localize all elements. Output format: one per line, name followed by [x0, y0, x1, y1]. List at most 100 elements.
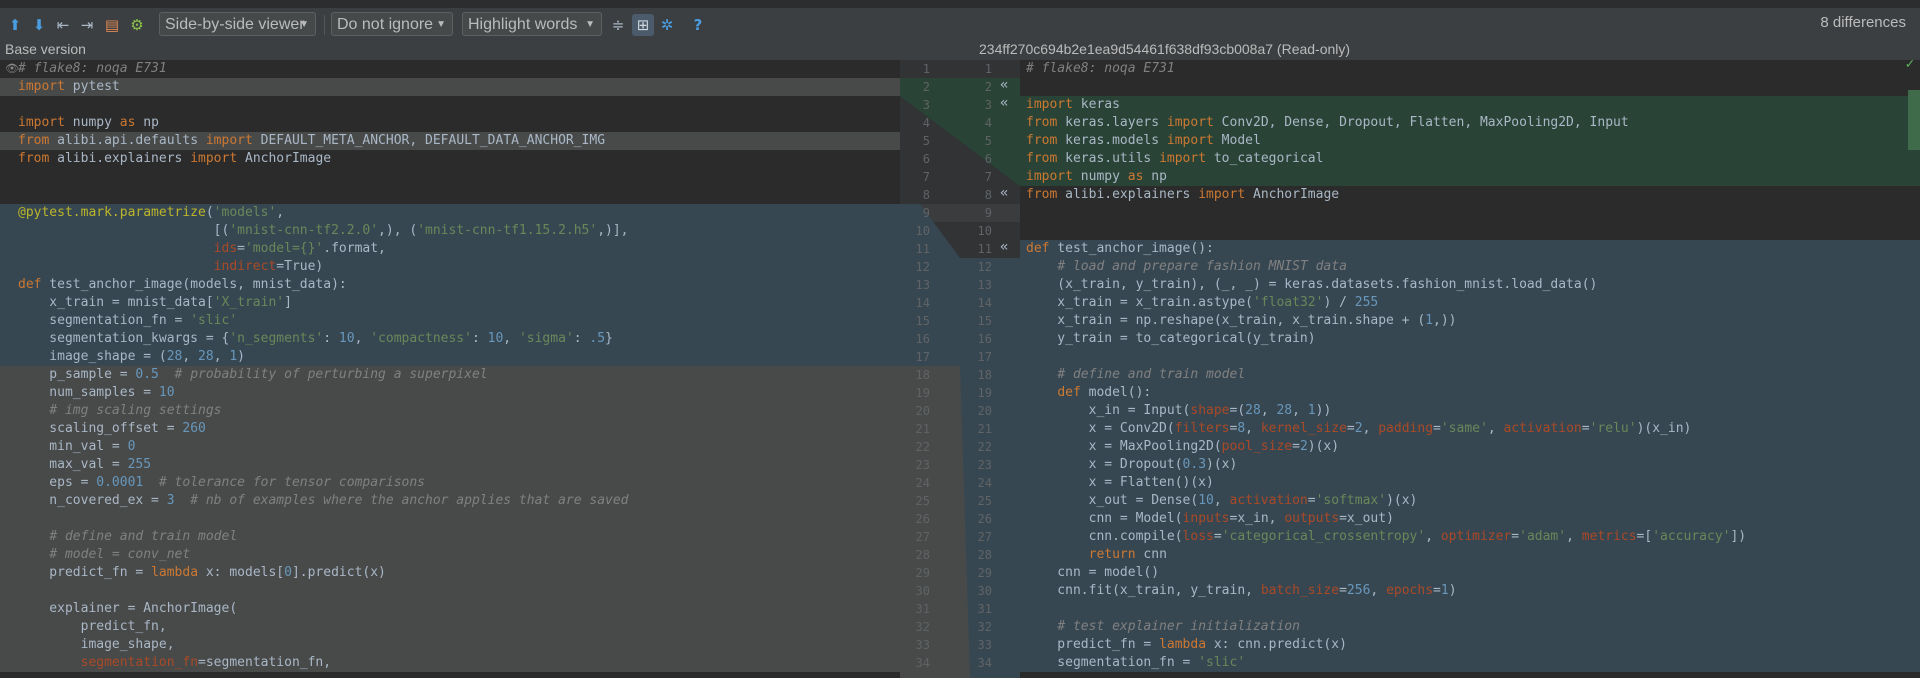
code-line[interactable]: segmentation_kwargs = {'n_segments': 10,…	[18, 330, 900, 348]
code-line[interactable]	[18, 96, 900, 114]
left-line-number: 20	[915, 404, 930, 418]
sync-scroll-icon[interactable]: ⊞	[632, 14, 654, 36]
code-line[interactable]: x = Flatten()(x)	[1026, 474, 1920, 492]
code-line[interactable]: # img scaling settings	[18, 402, 900, 420]
code-line-text: x_in = Input(shape=(28, 28, 1))	[1026, 403, 1332, 418]
code-line[interactable]: from keras.layers import Conv2D, Dense, …	[1026, 114, 1920, 132]
code-line[interactable]	[18, 168, 900, 186]
code-line[interactable]: cnn = model()	[1026, 564, 1920, 582]
code-line[interactable]: from alibi.api.defaults import DEFAULT_M…	[18, 132, 900, 150]
help-icon[interactable]: ?	[689, 14, 707, 36]
code-line[interactable]: x_train = mnist_data['X_train']	[18, 294, 900, 312]
code-line[interactable]	[1026, 222, 1920, 240]
code-line[interactable]: explainer = AnchorImage(	[18, 600, 900, 618]
code-line[interactable]: import numpy as np	[1026, 168, 1920, 186]
right-line-number: 33	[977, 638, 992, 652]
code-line[interactable]: x_train = x_train.astype('float32') / 25…	[1026, 294, 1920, 312]
code-line[interactable]: segmentation_fn=segmentation_fn,	[18, 654, 900, 672]
code-line[interactable]: predict_fn = lambda x: cnn.predict(x)	[1026, 636, 1920, 654]
right-line-number: 11	[977, 242, 992, 256]
code-line[interactable]: indirect=True)	[18, 258, 900, 276]
code-line[interactable]: segmentation_fn = 'slic'	[18, 312, 900, 330]
code-line[interactable]: y_train = to_categorical(y_train)	[1026, 330, 1920, 348]
code-line[interactable]: return cnn	[1026, 546, 1920, 564]
apply-changes-icon[interactable]: ⚙	[128, 14, 146, 36]
code-line[interactable]: predict_fn = lambda x: models[0].predict…	[18, 564, 900, 582]
code-line[interactable]: (x_train, y_train), (_, _) = keras.datas…	[1026, 276, 1920, 294]
code-line[interactable]: x_train = np.reshape(x_train, x_train.sh…	[1026, 312, 1920, 330]
code-line[interactable]: image_shape,	[18, 636, 900, 654]
code-line[interactable]: # model = conv_net	[18, 546, 900, 564]
left-line-number: 4	[922, 116, 930, 130]
code-line[interactable]: x_in = Input(shape=(28, 28, 1))	[1026, 402, 1920, 420]
code-line[interactable]	[1026, 348, 1920, 366]
code-line[interactable]: def test_anchor_image():	[1026, 240, 1920, 258]
code-line[interactable]: p_sample = 0.5 # probability of perturbi…	[18, 366, 900, 384]
code-line[interactable]: # flake8: noqa E731	[1026, 60, 1920, 78]
jump-to-left-icon[interactable]: ⇤	[54, 14, 72, 36]
code-line[interactable]: @pytest.mark.parametrize('models',	[18, 204, 900, 222]
code-line[interactable]	[1026, 204, 1920, 222]
code-line[interactable]: x_out = Dense(10, activation='softmax')(…	[1026, 492, 1920, 510]
code-line[interactable]: from keras.models import Model	[1026, 132, 1920, 150]
code-line[interactable]: from keras.utils import to_categorical	[1026, 150, 1920, 168]
code-line[interactable]	[1026, 600, 1920, 618]
code-line[interactable]: def model():	[1026, 384, 1920, 402]
compare-files-icon[interactable]: ▤	[103, 14, 121, 36]
left-line-number: 16	[915, 332, 930, 346]
apply-change-marker[interactable]: «	[1000, 239, 1008, 255]
code-line[interactable]: segmentation_fn = 'slic'	[1026, 654, 1920, 672]
gear-icon[interactable]: ✲	[658, 14, 676, 36]
code-line[interactable]: # flake8: noqa E731	[18, 60, 900, 78]
code-line[interactable]	[18, 582, 900, 600]
apply-change-marker[interactable]: «	[1000, 95, 1008, 111]
arrow-down-icon[interactable]: ⬇	[30, 14, 48, 36]
code-line[interactable]: ids='model={}'.format,	[18, 240, 900, 258]
code-line[interactable]: # define and train model	[1026, 366, 1920, 384]
code-line[interactable]: image_shape = (28, 28, 1)	[18, 348, 900, 366]
code-line[interactable]: from alibi.explainers import AnchorImage	[1026, 186, 1920, 204]
collapse-unchanged-icon[interactable]: ≑	[609, 14, 627, 36]
code-line[interactable]: import keras	[1026, 96, 1920, 114]
code-line[interactable]: x = MaxPooling2D(pool_size=2)(x)	[1026, 438, 1920, 456]
code-line-text: x = Dropout(0.3)(x)	[1026, 457, 1238, 472]
code-line[interactable]: max_val = 255	[18, 456, 900, 474]
viewer-mode-select[interactable]: Side-by-side viewer ▼	[159, 12, 316, 36]
scrollbar-marker[interactable]	[1908, 90, 1920, 150]
right-editor-pane[interactable]: # flake8: noqa E731 import keras from kera…	[1020, 60, 1920, 678]
code-line[interactable]: # load and prepare fashion MNIST data	[1026, 258, 1920, 276]
code-line[interactable]: from alibi.explainers import AnchorImage	[18, 150, 900, 168]
code-line[interactable]: import numpy as np	[18, 114, 900, 132]
right-line-number: 20	[977, 404, 992, 418]
highlight-mode-select[interactable]: Highlight words ▼	[462, 12, 602, 36]
eye-icon[interactable]: 👁	[5, 62, 19, 75]
code-line[interactable]: [('mnist-cnn-tf2.2.0',), ('mnist-cnn-tf1…	[18, 222, 900, 240]
code-line-text: predict_fn = lambda x: models[0].predict…	[18, 565, 386, 580]
code-line[interactable]: scaling_offset = 260	[18, 420, 900, 438]
left-editor-pane[interactable]: # flake8: noqa E731 import pytest import n…	[0, 60, 900, 678]
code-line[interactable]	[18, 186, 900, 204]
code-line[interactable]: def test_anchor_image(models, mnist_data…	[18, 276, 900, 294]
code-line[interactable]: predict_fn,	[18, 618, 900, 636]
code-line[interactable]: import pytest	[18, 78, 900, 96]
code-line[interactable]: cnn.fit(x_train, y_train, batch_size=256…	[1026, 582, 1920, 600]
code-line[interactable]: cnn = Model(inputs=x_in, outputs=x_out)	[1026, 510, 1920, 528]
code-line[interactable]	[1026, 78, 1920, 96]
code-line[interactable]: eps = 0.0001 # tolerance for tensor comp…	[18, 474, 900, 492]
code-line[interactable]: # define and train model	[18, 528, 900, 546]
left-line-number: 34	[915, 656, 930, 670]
code-line[interactable]: n_covered_ex = 3 # nb of examples where …	[18, 492, 900, 510]
code-line[interactable]: x = Dropout(0.3)(x)	[1026, 456, 1920, 474]
arrow-up-icon[interactable]: ⬆	[6, 14, 24, 36]
code-line[interactable]: num_samples = 10	[18, 384, 900, 402]
code-line[interactable]	[18, 510, 900, 528]
apply-change-marker[interactable]: «	[1000, 77, 1008, 93]
jump-to-right-icon[interactable]: ⇥	[78, 14, 96, 36]
code-line-text: n_covered_ex = 3 # nb of examples where …	[18, 493, 629, 508]
code-line[interactable]: x = Conv2D(filters=8, kernel_size=2, pad…	[1026, 420, 1920, 438]
ignore-mode-select[interactable]: Do not ignore ▼	[331, 12, 453, 36]
code-line[interactable]: # test explainer initialization	[1026, 618, 1920, 636]
code-line[interactable]: cnn.compile(loss='categorical_crossentro…	[1026, 528, 1920, 546]
code-line[interactable]: min_val = 0	[18, 438, 900, 456]
apply-change-marker[interactable]: «	[1000, 185, 1008, 201]
